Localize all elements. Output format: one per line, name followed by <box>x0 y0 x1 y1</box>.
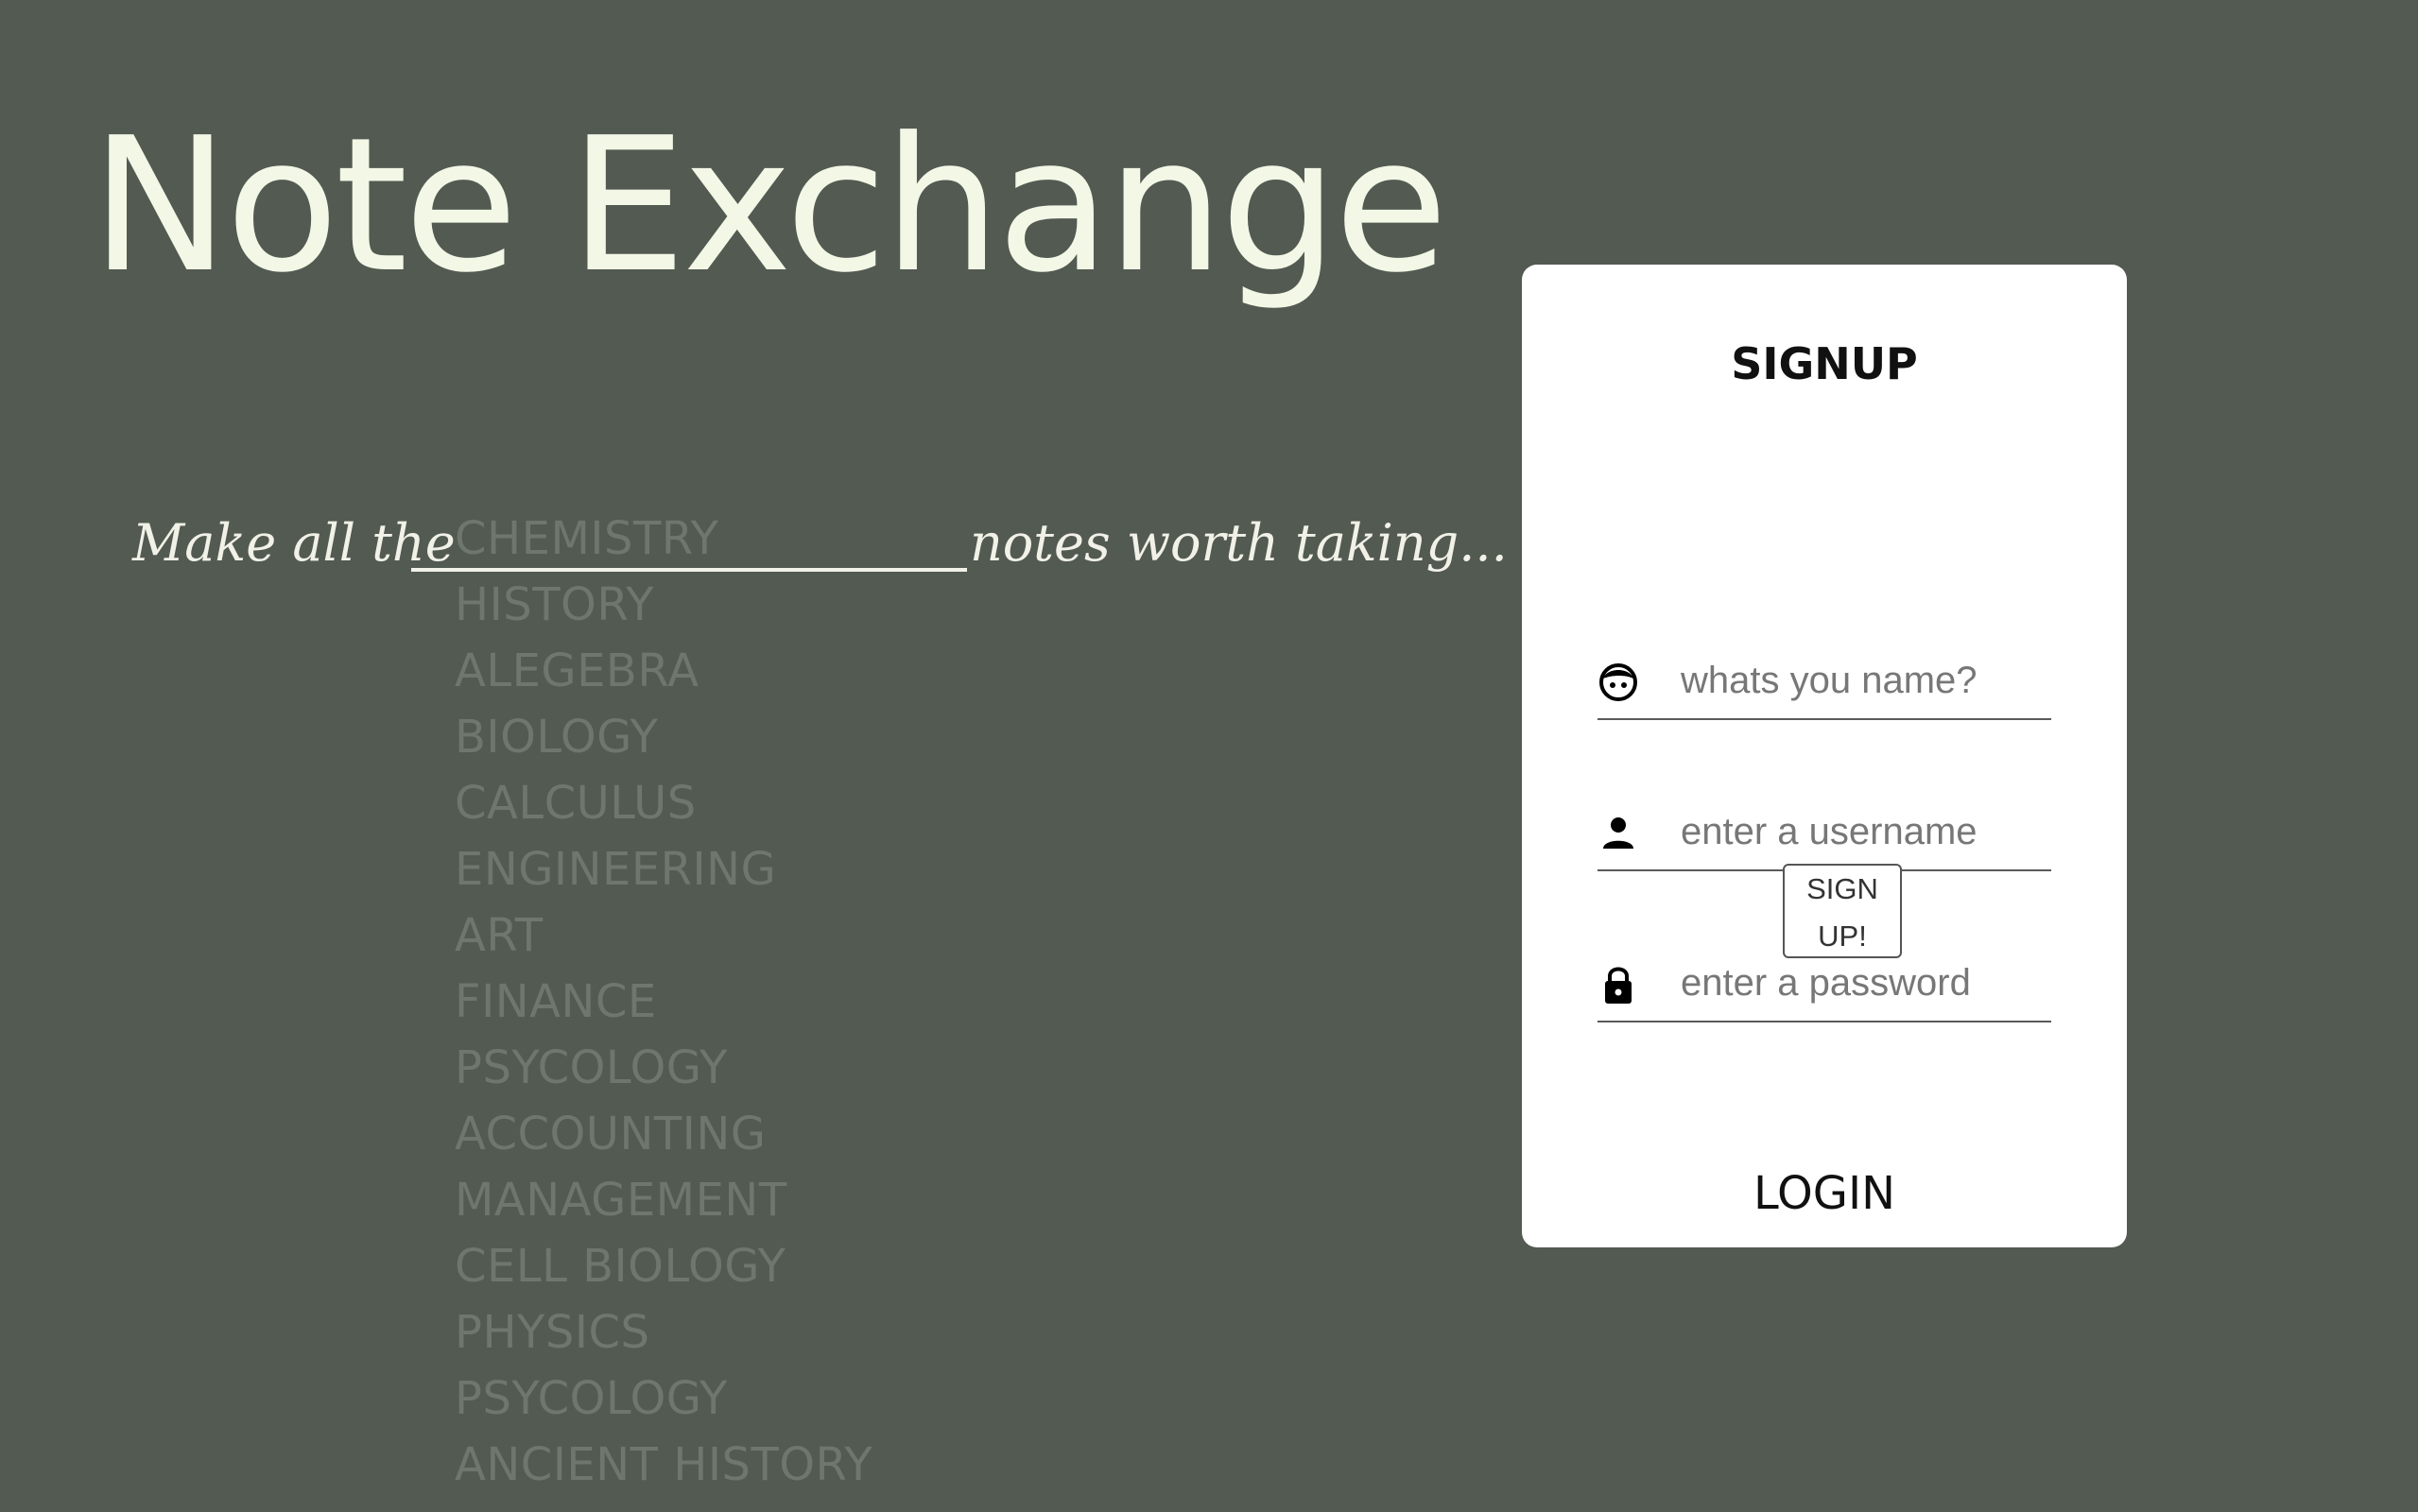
subject-item-engineering: ENGINEERING <box>455 843 777 896</box>
tagline-suffix: notes worth taking... <box>970 513 1508 573</box>
subject-item-chemistry: CHEMISTRY <box>455 512 719 565</box>
subject-item-finance: FINANCE <box>455 975 657 1028</box>
name-input[interactable] <box>1681 650 2049 711</box>
subject-item-psychology: PSYCOLOGY <box>455 1041 728 1094</box>
subject-item-art: ART <box>455 909 544 962</box>
subject-item-cell-biology: CELL BIOLOGY <box>455 1240 786 1293</box>
signup-card: SIGNUP whats you name? enter a username … <box>1522 265 2127 1247</box>
face-icon <box>1598 662 1639 703</box>
username-field <box>1598 794 2051 871</box>
subject-item-physics: PHYSICS <box>455 1306 650 1359</box>
subject-item-psychology-2: PSYCOLOGY <box>455 1372 728 1425</box>
login-link[interactable]: LOGIN <box>1522 1167 2127 1220</box>
signup-button-line1: SIGN <box>1806 872 1878 905</box>
lock-icon <box>1598 964 1639 1005</box>
person-icon <box>1598 813 1639 854</box>
subject-list: CHEMISTRY HISTORY ALEGEBRA BIOLOGY CALCU… <box>455 506 872 1498</box>
subject-item-history: HISTORY <box>455 578 654 631</box>
signup-title: SIGNUP <box>1731 338 1918 389</box>
subject-item-management: MANAGEMENT <box>455 1174 787 1227</box>
name-field <box>1598 643 2051 720</box>
password-input[interactable] <box>1681 953 2049 1013</box>
signup-button[interactable]: SIGN UP! <box>1783 864 1902 958</box>
subject-item-ancient-history: ANCIENT HISTORY <box>455 1438 873 1491</box>
page-title: Note Exchange <box>91 98 1448 314</box>
username-input[interactable] <box>1681 801 2049 862</box>
tagline-prefix: Make all the <box>132 513 456 573</box>
signup-button-line2: UP! <box>1818 919 1867 953</box>
subject-item-accounting: ACCOUNTING <box>455 1108 767 1160</box>
subject-item-calculus: CALCULUS <box>455 777 697 830</box>
subject-item-algebra: ALEGEBRA <box>455 644 699 697</box>
subject-item-biology: BIOLOGY <box>455 711 659 764</box>
